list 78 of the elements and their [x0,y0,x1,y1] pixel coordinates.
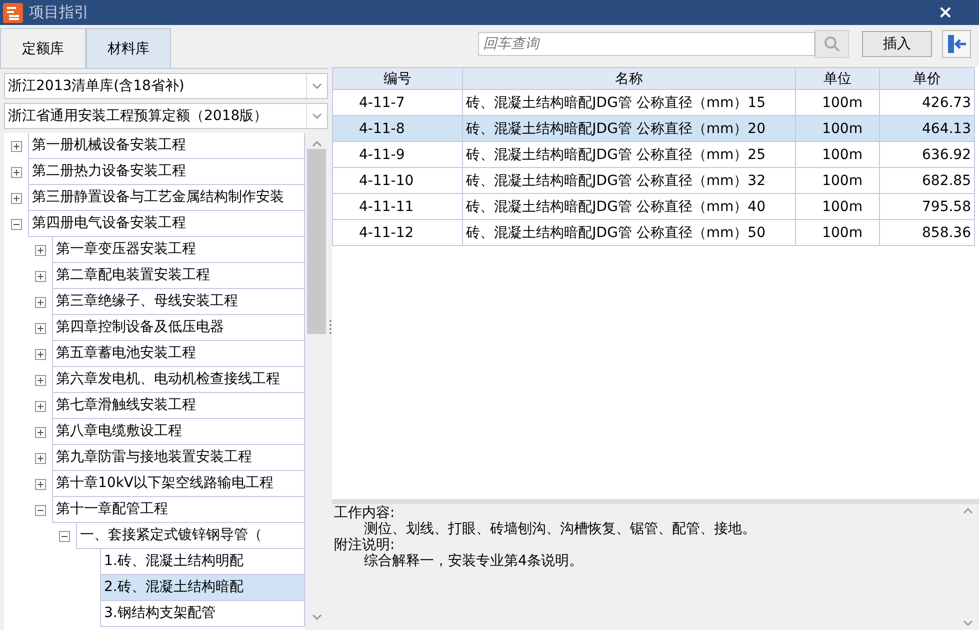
tree-item[interactable]: 第二册热力设备安装工程 [28,159,305,185]
search-field[interactable]: 回车查询 [478,32,815,56]
collapse-icon[interactable] [58,530,70,542]
table-cell: 砖、混凝土结构暗配JDG管 公称直径（mm）25 [462,142,796,168]
close-button[interactable]: × [938,2,953,23]
table-cell: 100m [796,142,880,168]
tree-item[interactable]: 第六章发电机、电动机检查接线工程 [52,367,305,393]
note-heading: 工作内容: [334,505,396,521]
column-header[interactable]: 单位 [796,68,880,90]
collapse-icon[interactable] [34,504,46,516]
tree-item[interactable]: 第一册机械设备安装工程 [28,133,305,159]
window-title: 项目指引 [29,3,90,22]
tree-item[interactable]: 第三册静置设备与工艺金属结构制作安装 [28,185,305,211]
tree-item[interactable]: 3.钢结构支架配管 [100,601,305,627]
table-cell: 4-11-10 [332,168,463,194]
tree-item[interactable]: 第七章滑触线安装工程 [52,393,305,419]
table-cell: 4-11-12 [332,220,463,246]
expand-icon[interactable] [34,270,46,282]
table-cell: 砖、混凝土结构暗配JDG管 公称直径（mm）32 [462,168,796,194]
tree-item[interactable]: 第三章绝缘子、母线安装工程 [52,289,305,315]
table-cell: 795.58 [879,194,974,220]
table-cell: 636.92 [879,142,974,168]
table-cell: 858.36 [879,220,974,246]
expand-icon[interactable] [34,296,46,308]
expand-icon[interactable] [34,322,46,334]
table-cell: 100m [796,116,880,142]
expand-icon[interactable] [34,374,46,386]
tree-item[interactable]: 第一章变压器安装工程 [52,237,305,263]
table-cell: 砖、混凝土结构暗配JDG管 公称直径（mm）40 [462,194,796,220]
table-cell: 4-11-9 [332,142,463,168]
search-icon [824,36,840,52]
tree-item[interactable]: 第二章配电装置安装工程 [52,263,305,289]
expand-icon[interactable] [34,426,46,438]
table-cell: 4-11-8 [332,116,463,142]
column-header[interactable]: 单价 [879,68,974,90]
tree-item[interactable]: 第四章控制设备及低压电器 [52,315,305,341]
column-header[interactable]: 名称 [462,68,796,90]
note-text: 测位、划线、打眼、砖墙刨沟、沟槽恢复、锯管、配管、接地。 [363,521,757,537]
insert-button[interactable]: 插入 [862,31,932,57]
splitter-grip-icon[interactable] [328,318,332,336]
tree-item[interactable]: 第五章蓄电池安装工程 [52,341,305,367]
tree-item[interactable]: 第十章10kV以下架空线路输电工程 [52,471,305,497]
tree-item[interactable]: 第八章电缆敷设工程 [52,419,305,445]
tree-item[interactable]: 第十一章配管工程 [52,497,305,523]
tree-item[interactable]: 1.砖、混凝土结构明配 [100,549,305,575]
exit-button[interactable] [942,30,971,58]
expand-icon[interactable] [34,348,46,360]
column-header[interactable]: 编号 [332,68,463,90]
expand-icon[interactable] [34,400,46,412]
expand-icon[interactable] [34,244,46,256]
tree-item[interactable]: 一、套接紧定式镀锌钢导管（ [76,523,305,549]
scroll-down-icon[interactable] [312,83,322,89]
table-cell: 464.13 [879,116,974,142]
table-cell: 砖、混凝土结构暗配JDG管 公称直径（mm）50 [462,220,796,246]
note-heading: 附注说明: [334,537,396,553]
tab[interactable]: 材料库 [86,28,171,68]
tree-item[interactable]: 2.砖、混凝土结构暗配 [100,575,305,601]
expand-icon[interactable] [10,166,22,178]
expand-icon[interactable] [34,478,46,490]
expand-icon[interactable] [10,140,22,152]
table-cell: 682.85 [879,168,974,194]
library-dropdown[interactable]: 浙江2013清单库(含18省补) [4,73,328,99]
table-cell: 砖、混凝土结构暗配JDG管 公称直径（mm）20 [462,116,796,142]
quota-dropdown[interactable]: 浙江省通用安装工程预算定额（2018版） [4,103,328,129]
exit-icon [946,35,966,53]
note-text: 综合解释一，安装专业第4条说明。 [363,553,584,569]
collapse-icon[interactable] [10,218,22,230]
expand-icon[interactable] [34,452,46,464]
tree-item[interactable]: 第四册电气设备安装工程 [28,211,305,237]
app-logo-icon [3,2,23,22]
expand-icon[interactable] [10,192,22,204]
tab[interactable]: 定额库 [0,28,86,68]
table-cell: 100m [796,220,880,246]
tree-item[interactable]: 第九章防雷与接地装置安装工程 [52,445,305,471]
table-cell: 100m [796,168,880,194]
table-cell: 4-11-11 [332,194,463,220]
table-cell: 100m [796,194,880,220]
scroll-down-icon[interactable] [312,113,322,119]
